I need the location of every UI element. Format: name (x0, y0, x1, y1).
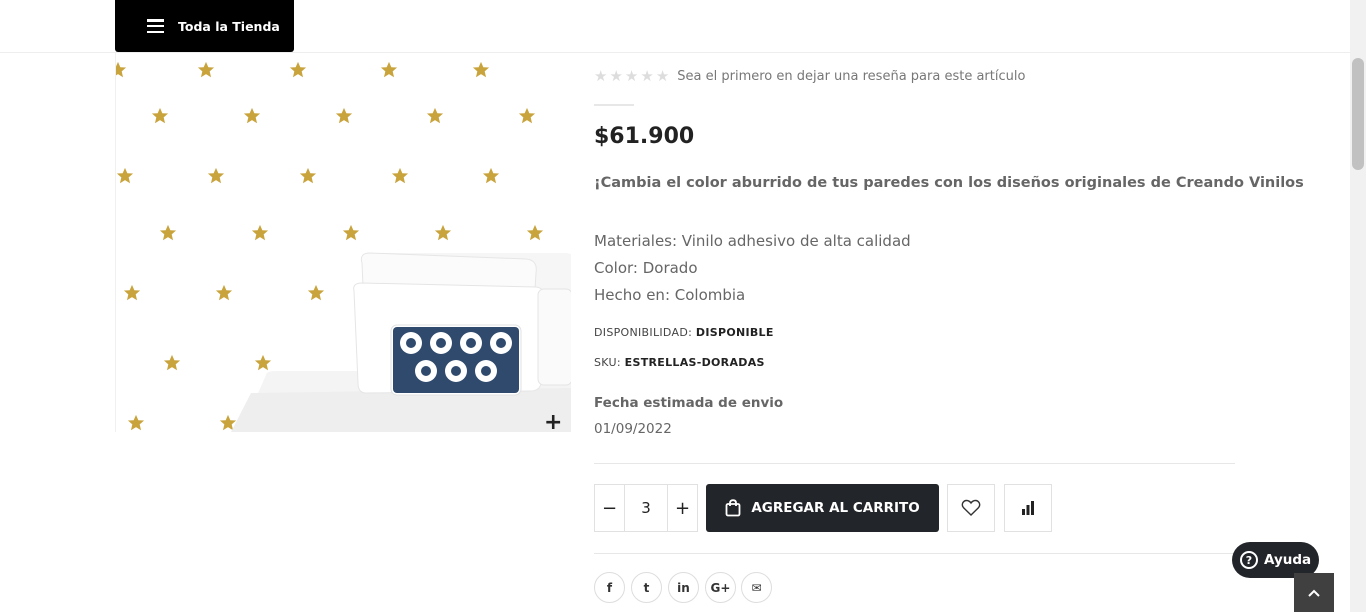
spec-origin: Hecho en: Colombia (594, 286, 746, 304)
product-image-svg (116, 53, 571, 432)
availability-label: DISPONIBILIDAD: (594, 326, 693, 339)
question-icon: ? (1240, 551, 1258, 569)
star-icon: ★ (609, 67, 623, 85)
help-label: Ayuda (1264, 552, 1312, 568)
bar-chart-icon (1022, 501, 1034, 515)
share-googleplus-icon[interactable]: G+ (705, 572, 736, 603)
sku: SKU: ESTRELLAS-DORADAS (594, 356, 765, 369)
star-icon: ★ (594, 67, 608, 85)
scrollbar-thumb[interactable] (1352, 58, 1364, 170)
star-icon: ★ (624, 67, 639, 85)
shopping-bag-icon (725, 499, 741, 517)
product-image[interactable] (115, 53, 571, 432)
compare-button[interactable] (1004, 484, 1052, 532)
star-icon: ★ (655, 67, 670, 85)
quantity-input[interactable]: 3 (624, 485, 668, 531)
chevron-up-icon (1308, 589, 1320, 597)
first-review-link[interactable]: Sea el primero en dejar una reseña para … (677, 69, 1025, 84)
divider (594, 104, 634, 106)
share-twitter-icon[interactable]: t (631, 572, 662, 603)
spec-materials: Materiales: Vinilo adhesivo de alta cali… (594, 232, 911, 250)
add-to-cart-button[interactable]: AGREGAR AL CARRITO (706, 484, 939, 532)
sku-label: SKU: (594, 356, 621, 369)
zoom-plus-icon[interactable]: + (544, 410, 562, 435)
shipping-title: Fecha estimada de envio (594, 395, 784, 411)
quantity-stepper: − 3 + (594, 484, 698, 532)
product-specs: Materiales: Vinilo adhesivo de alta cali… (594, 228, 911, 309)
availability: DISPONIBILIDAD: DISPONIBLE (594, 326, 774, 339)
page-scrollbar[interactable] (1350, 0, 1366, 612)
hamburger-icon (147, 19, 164, 33)
spec-color: Color: Dorado (594, 259, 698, 277)
all-store-button[interactable]: Toda la Tienda (115, 0, 294, 52)
share-linkedin-icon[interactable]: in (668, 572, 699, 603)
top-bar: Toda la Tienda (0, 0, 1350, 53)
heart-icon (961, 499, 981, 516)
wishlist-button[interactable] (947, 484, 995, 532)
all-store-label: Toda la Tienda (178, 18, 280, 34)
scroll-to-top-button[interactable] (1294, 573, 1334, 612)
share-facebook-icon[interactable]: f (594, 572, 625, 603)
sku-value: ESTRELLAS-DORADAS (624, 356, 765, 369)
add-to-cart-label: AGREGAR AL CARRITO (751, 500, 920, 516)
shipping-date: 01/09/2022 (594, 421, 672, 437)
rating-summary: ★ ★ ★ ★ ★ Sea el primero en dejar una re… (594, 67, 1025, 85)
product-tagline: ¡Cambia el color aburrido de tus paredes… (594, 175, 1304, 191)
product-price: $61.900 (594, 124, 695, 149)
quantity-minus-button[interactable]: − (595, 485, 624, 531)
divider (594, 553, 1235, 554)
share-email-icon[interactable]: ✉ (741, 572, 772, 603)
quantity-plus-button[interactable]: + (668, 485, 697, 531)
availability-value: DISPONIBLE (695, 326, 774, 339)
star-icon: ★ (640, 67, 654, 85)
divider (594, 463, 1235, 464)
